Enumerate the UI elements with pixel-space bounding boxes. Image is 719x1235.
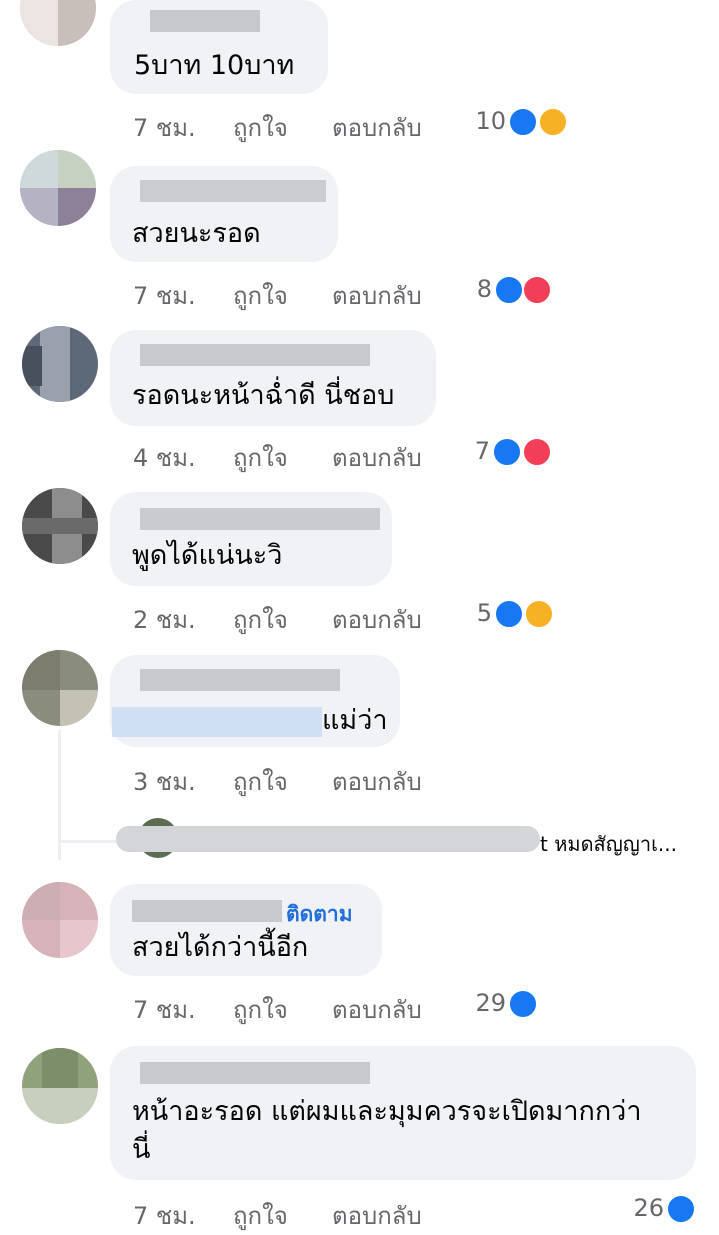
like-icon (492, 437, 522, 467)
reaction-count: 8 (476, 275, 492, 303)
comment-bubble: สวยนะรอด (110, 166, 338, 262)
avatar[interactable] (22, 650, 98, 726)
blurred-author-name[interactable] (140, 669, 340, 691)
blurred-author-name[interactable] (132, 900, 282, 922)
love-icon (522, 275, 552, 305)
reply-link[interactable]: ตอบกลับ (332, 990, 422, 1029)
comment-text: สวยได้กว่านี้อีก (132, 932, 309, 963)
haha-icon (538, 107, 568, 137)
blurred-author-name[interactable] (140, 344, 370, 366)
avatar[interactable] (22, 882, 98, 958)
reply-link[interactable]: ตอบกลับ (332, 762, 422, 801)
comment-text: สวยนะรอด (132, 218, 261, 249)
avatar[interactable] (22, 1048, 98, 1124)
comment-text: รอดนะหน้าฉ่ำดี นี่ชอบ (132, 380, 395, 411)
comment-text: พูดได้แน่นะวิ (132, 540, 283, 571)
reaction-count: 10 (475, 107, 506, 135)
like-icon (494, 599, 524, 629)
comment-bubble: พูดได้แน่นะวิ (110, 492, 392, 586)
blurred-author-name[interactable] (150, 10, 260, 32)
reaction-count: 29 (475, 989, 506, 1017)
comment-text-line2: นี่ (132, 1134, 151, 1165)
like-icon (666, 1194, 696, 1224)
blurred-author-name[interactable] (140, 508, 380, 530)
like-link[interactable]: ถูกใจ (233, 762, 288, 801)
comment-bubble: รอดนะหน้าฉ่ำดี นี่ชอบ (110, 330, 436, 426)
blurred-author-name[interactable] (140, 180, 326, 202)
timestamp[interactable]: 7 ชม. (133, 108, 196, 147)
like-icon (494, 275, 524, 305)
comment-bubble: หน้าอะรอด แต่ผมและมุมควรจะเปิดมากกว่า นี… (110, 1046, 696, 1180)
avatar[interactable] (20, 0, 96, 46)
comment-text-line1: หน้าอะรอด แต่ผมและมุมควรจะเปิดมากกว่า (132, 1096, 642, 1127)
timestamp[interactable]: 7 ชม. (133, 990, 196, 1029)
like-link[interactable]: ถูกใจ (233, 108, 288, 147)
reply-link[interactable]: ตอบกลับ (332, 1196, 422, 1235)
reply-link[interactable]: ตอบกลับ (332, 600, 422, 639)
blurred-mention[interactable] (112, 707, 322, 737)
blurred-author-name[interactable] (140, 1062, 370, 1084)
reply-connector (60, 840, 120, 843)
avatar[interactable] (22, 488, 98, 564)
timestamp[interactable]: 7 ชม. (133, 1196, 196, 1235)
love-icon (522, 437, 552, 467)
blurred-reply-text (116, 826, 540, 852)
comment-bubble: แม่ว่า (110, 655, 400, 747)
like-link[interactable]: ถูกใจ (233, 438, 288, 477)
timestamp[interactable]: 2 ชม. (133, 600, 196, 639)
comment-text: แม่ว่า (322, 705, 388, 736)
like-link[interactable]: ถูกใจ (233, 600, 288, 639)
reply-preview-text: t หมดสัญญาเ... (540, 832, 677, 856)
comment-bubble: 5บาท 10บาท (110, 0, 328, 94)
like-link[interactable]: ถูกใจ (233, 1196, 288, 1235)
reaction-count: 7 (474, 437, 490, 465)
reaction-count: 26 (633, 1194, 664, 1222)
avatar[interactable] (20, 150, 96, 226)
timestamp[interactable]: 3 ชม. (133, 762, 196, 801)
haha-icon (524, 599, 554, 629)
comment-bubble: ติดตาม สวยได้กว่านี้อีก (110, 884, 382, 976)
like-link[interactable]: ถูกใจ (233, 990, 288, 1029)
timestamp[interactable]: 4 ชม. (133, 438, 196, 477)
like-link[interactable]: ถูกใจ (233, 276, 288, 315)
reply-link[interactable]: ตอบกลับ (332, 108, 422, 147)
reply-link[interactable]: ตอบกลับ (332, 438, 422, 477)
follow-link[interactable]: ติดตาม (286, 898, 353, 931)
avatar[interactable] (22, 326, 98, 402)
reaction-count: 5 (476, 599, 492, 627)
comment-text: 5บาท 10บาท (134, 50, 295, 81)
timestamp[interactable]: 7 ชม. (133, 276, 196, 315)
like-icon (508, 107, 538, 137)
reply-link[interactable]: ตอบกลับ (332, 276, 422, 315)
like-icon (508, 989, 538, 1019)
